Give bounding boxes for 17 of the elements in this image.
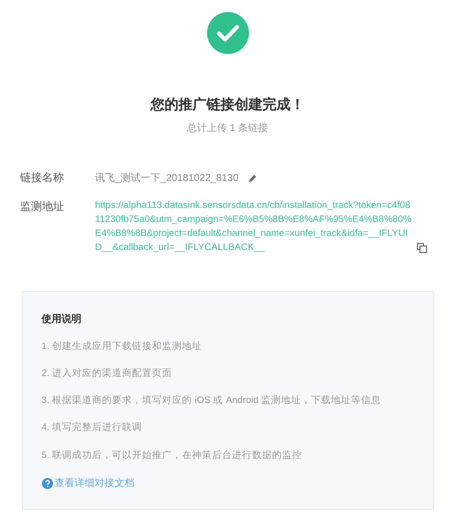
instruction-step: 5. 联调成功后，可以开始推广，在神策后台进行数据的监控 bbox=[42, 448, 414, 463]
instruction-step: 2. 进入对应的渠道商配置页面 bbox=[42, 366, 414, 381]
instruction-step: 3. 根据渠道商的要求，填写对应的 iOS 或 Android 监测地址，下载地址等信息 bbox=[42, 394, 414, 408]
success-check-icon bbox=[206, 12, 248, 54]
success-title: 您的推广链接创建完成！ bbox=[150, 95, 304, 114]
instructions-heading: 使用说明 bbox=[42, 312, 82, 326]
link-name: 讯飞_测试一下_20181022_8130 bbox=[95, 172, 238, 186]
copy-icon[interactable] bbox=[417, 242, 427, 252]
monitor-url: https://alpha113.datasink.sensorsdata.cn/cb/installation_track?token=c4f0811230fb75a0&utm_campaign=%E6%B5%8B%E8%AF%95%E4%B8%80%E4%B8%8B&project=default&channel_name=xunfei_track&idfa=__IFLYUID__&callback_url=__IFLYCALLBACK__ bbox=[95, 198, 412, 254]
docs-link[interactable]: 查看详细对接文档 bbox=[42, 476, 414, 491]
field-label: 链接名称 bbox=[20, 170, 65, 186]
instruction-step: 1. 创建生成应用下载链接和监测地址 bbox=[42, 340, 414, 354]
upload-count: 总计上传 1 条链接 bbox=[186, 122, 268, 136]
instruction-step: 4. 填写完整后进行联调 bbox=[42, 421, 414, 436]
help-icon bbox=[42, 478, 52, 489]
pencil-icon[interactable] bbox=[248, 174, 258, 183]
field-label: 监测地址 bbox=[20, 200, 65, 214]
